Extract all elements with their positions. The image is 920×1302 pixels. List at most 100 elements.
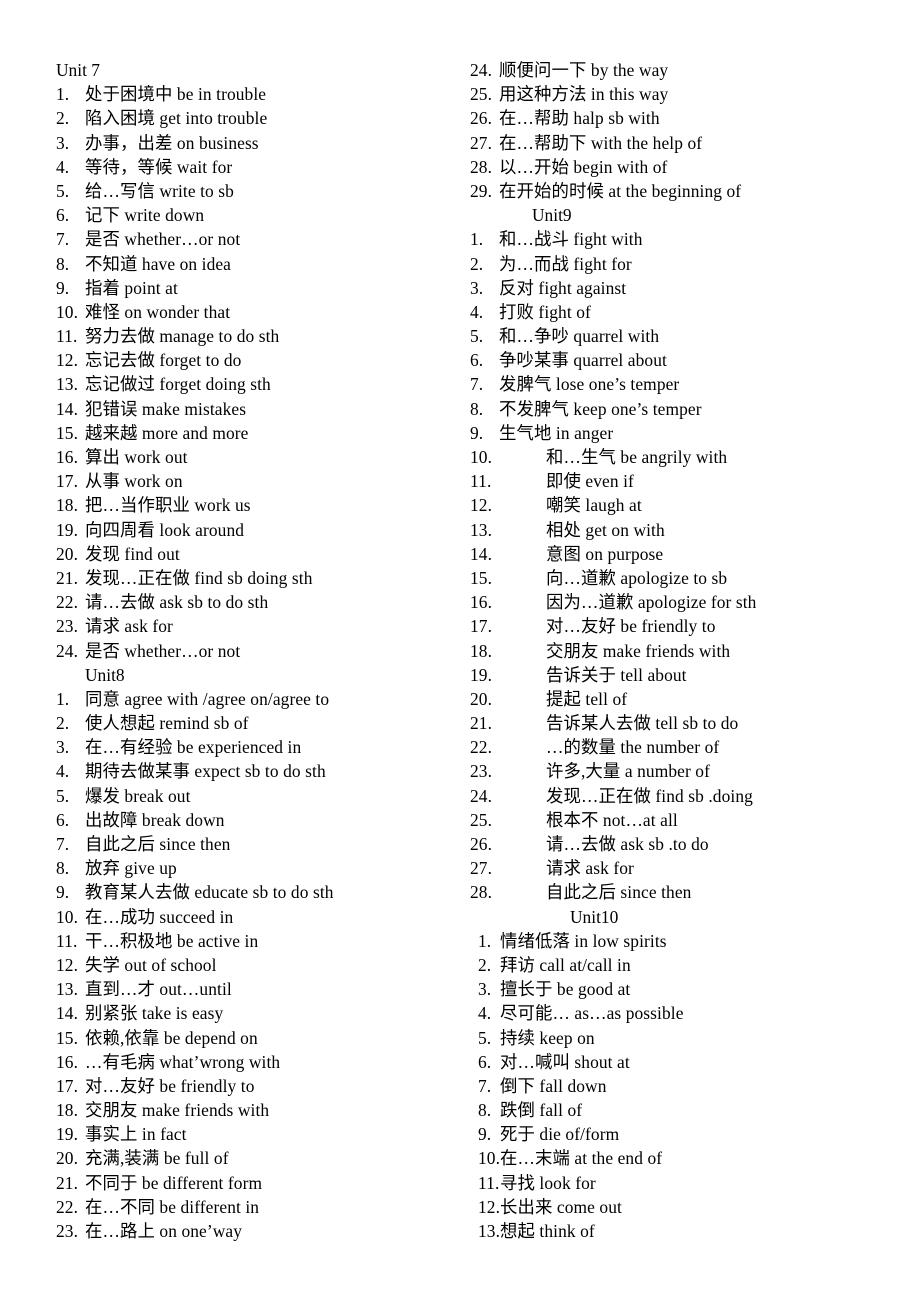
list-item-number: 21. [56,1172,79,1193]
list-item: 10. 在…成功 succeed in [56,905,466,929]
list-item: 1. 处于困境中 be in trouble [56,82,466,106]
list-item-number: 19. [56,1124,79,1145]
list-item: 24. 是否 whether…or not [56,639,466,663]
list-item-number: 13. [470,519,493,540]
list-item-text: 对…友好 be friendly to [85,1075,255,1096]
list-item: 3. 办事，出差 on business [56,131,466,155]
list-item-number: 15. [56,422,79,443]
list-item-text: 向…道歉 apologize to sb [546,567,728,588]
list-item-text: 从事 work on [85,471,183,492]
list-item-text: 依赖,依靠 be depend on [85,1027,258,1048]
list-item-text: 期待去做某事 expect sb to do sth [85,761,326,782]
list-item: 5. 爆发 break out [56,784,466,808]
list-item-text: 自此之后 since then [546,882,692,903]
list-item-text: 算出 work out [85,447,188,467]
list-item: 22. 请…去做 ask sb to do sth [56,590,466,614]
list-item-text: 即使 even if [546,471,634,492]
list-item: 6. 对…喊叫 shout at [470,1050,880,1074]
list-item: 15. 依赖,依靠 be depend on [56,1026,466,1050]
list-item-text: 向四周看 look around [85,519,245,540]
list-item-text: 不同于 be different form [85,1172,263,1193]
list-item-number: 2. [478,954,492,975]
unit7-heading: Unit 7 [56,60,100,80]
list-item-text: 以…开始 begin with of [499,156,668,177]
list-item-text: 反对 fight against [499,277,627,298]
list-item-number: 10. [470,447,493,467]
list-item: 21. 不同于 be different form [56,1171,466,1195]
list-item-text: 直到…才 out…until [85,979,232,1000]
list-item-number: 5. [470,326,484,347]
list-item-text: 不知道 have on idea [85,253,231,274]
list-item-number: 16. [470,592,493,613]
list-item-text: 请…去做 ask sb .to do [546,834,709,854]
list-item-number: 21. [56,567,79,588]
list-item: 3. 擅长于 be good at [470,977,880,1001]
list-item-number: 3. [478,979,492,1000]
list-item-text: 别紧张 take is easy [85,1003,224,1024]
list-item: 18. 交朋友 make friends with [470,639,880,663]
list-item-text: 难怪 on wonder that [85,301,231,322]
list-item-text: 尽可能… as…as possible [500,1003,684,1024]
list-item-number: 4. [470,301,484,322]
list-item: 20. 提起 tell of [470,687,880,711]
list-item: 13. 相处 get on with [470,518,880,542]
list-item: 1. 同意 agree with /agree on/agree to [56,687,466,711]
list-item-text: 发现 find out [85,543,180,564]
list-item-number: 15. [470,567,493,588]
list-item-number: 22. [56,592,79,613]
list-item-number: 29. [470,180,493,201]
list-item-number: 5. [56,180,70,201]
list-item: 21. 发现…正在做 find sb doing sth [56,566,466,590]
list-item: 24. 顺便问一下 by the way [470,58,880,82]
list-item: 26. 在…帮助 halp sb with [470,106,880,130]
list-item-number: 26. [470,108,493,129]
list-item-number: 4. [478,1003,492,1024]
list-item-text: 忘记去做 forget to do [85,350,242,371]
list-item-number: 6. [56,809,70,830]
list-item-number: 10. [56,906,79,927]
list-item-number: 7. [56,229,70,250]
list-item: 14. 犯错误 make mistakes [56,397,466,421]
list-item-number: 3. [470,277,484,298]
list-item-number: 18. [470,640,493,661]
list-item: 12. 忘记去做 forget to do [56,348,466,372]
list-item-number: 21. [470,713,493,734]
list-item: 9. 死于 die of/form [470,1122,880,1146]
unit9-list: 1. 和…战斗 fight with 2. 为…而战 fight for 3. 反对 fi… [470,227,880,904]
list-item-text: 打败 fight of [499,301,591,322]
list-item-text: 和…战斗 fight with [499,229,643,250]
list-item: 18. 把…当作职业 work us [56,493,466,517]
list-item-text: 在…路上 on one’way [85,1221,243,1241]
list-item-text: 充满,装满 be full of [85,1148,229,1169]
list-item-number: 20. [56,543,79,564]
list-item-number: 1. [56,84,70,105]
list-item-text: …的数量 the number of [546,737,720,758]
list-item-number: 8. [478,1100,492,1121]
list-item-text: 为…而战 fight for [499,253,632,274]
list-item-number: 24. [56,640,79,661]
unit8-continued-list: 24. 顺便问一下 by the way 25. 用这种方法 in this way 2… [470,58,880,203]
list-item-number: 7. [56,834,70,854]
unit8-heading: Unit8 [85,664,125,685]
list-item-text: 干…积极地 be active in [85,930,259,951]
list-item: 4. 期待去做某事 expect sb to do sth [56,759,466,783]
list-item-number: 14. [470,543,493,564]
list-item: 8. 不发脾气 keep one’s temper [470,397,880,421]
list-item-number: 4. [56,761,70,782]
list-item-text: 因为…道歉 apologize for sth [546,592,757,613]
list-item-number: 19. [470,664,493,685]
list-item: 14. 意图 on purpose [470,542,880,566]
list-item: 8. 不知道 have on idea [56,252,466,276]
list-item-number: 6. [56,205,70,226]
list-item-number: 25. [470,809,493,830]
list-item-text: 意图 on purpose [546,543,664,564]
list-item: 28. 自此之后 since then [470,880,880,904]
list-item-number: 12. [56,954,79,975]
list-item-text: 发脾气 lose one’s temper [499,374,680,395]
list-item: 11. 寻找 look for [470,1171,880,1195]
list-item-text: 擅长于 be good at [500,979,631,1000]
list-item-number: 16. [56,1051,79,1072]
list-item-number: 24. [470,785,493,806]
list-item-text: 请…去做 ask sb to do sth [85,592,269,613]
list-item: 28. 以…开始 begin with of [470,155,880,179]
